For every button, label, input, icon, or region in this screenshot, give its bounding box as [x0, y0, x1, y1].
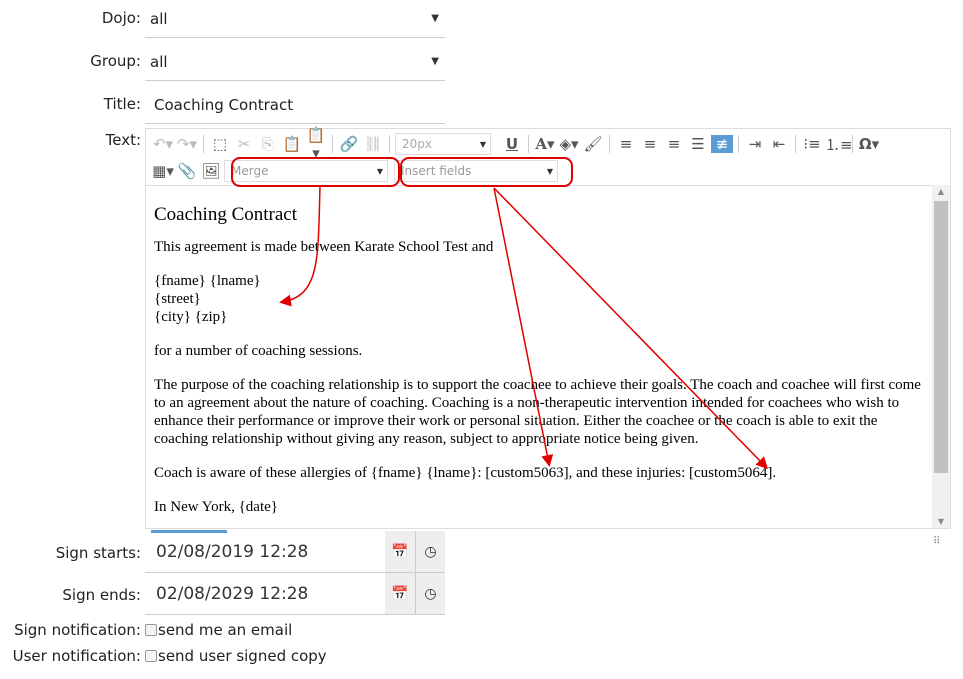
insert-fields-select[interactable]: Insert fields ▼ [394, 160, 558, 182]
clear-format-icon[interactable]: ≢ [711, 135, 733, 153]
rich-text-editor: ↶▾ ↷▾ ⬚ ✂ ⎘ 📋 📋▾ 🔗 ⛓ 20px ▼ U A▾ ◈▾ 🖌 ≡ ≡… [145, 126, 951, 529]
group-value: all [150, 52, 168, 71]
doc-paragraph: The purpose of the coaching relationship… [154, 377, 921, 447]
undo-icon[interactable]: ↶▾ [152, 135, 174, 153]
bullet-list-icon[interactable]: ⁝≡ [801, 135, 823, 153]
doc-paragraph: In New York, {date} [154, 499, 278, 515]
editor-scrollbar[interactable]: ▲ ▼ [932, 185, 950, 528]
editor-content[interactable]: Coaching Contract This agreement is made… [146, 185, 932, 528]
doc-heading: Coaching Contract [154, 204, 297, 225]
format-painter-icon[interactable]: 🖌 [582, 135, 604, 153]
numbered-list-icon[interactable]: ⒈≡ [825, 134, 853, 155]
dojo-value: all [150, 9, 168, 28]
title-input[interactable]: Coaching Contract [145, 86, 445, 124]
image-icon[interactable]: 🖼 [200, 162, 222, 180]
cut-icon[interactable]: ✂ [233, 135, 255, 153]
merge-placeholder: Merge [231, 164, 269, 178]
special-char-icon[interactable]: Ω▾ [858, 135, 880, 153]
sign-notification-text: send me an email [158, 621, 293, 639]
toolbar-row-2: ▦▾ 📎 🖼 Merge ▼ Insert fields ▼ [146, 158, 558, 184]
copy-icon[interactable]: ⎘ [257, 135, 279, 153]
scrollbar-thumb[interactable] [934, 201, 948, 473]
highlight-icon[interactable]: ◈▾ [558, 135, 580, 153]
paste-icon[interactable]: 📋 [281, 135, 303, 153]
resize-handle-icon[interactable]: ⠿ [933, 536, 940, 547]
link-icon[interactable]: 🔗 [338, 135, 360, 153]
sign-ends-input[interactable]: 02/08/2029 12:28 📅 ◷ [145, 573, 445, 615]
dojo-label: Dojo: [101, 9, 141, 27]
doc-paragraph: This agreement is made between Karate Sc… [154, 239, 494, 255]
chevron-down-icon: ▼ [376, 166, 383, 176]
title-value: Coaching Contract [154, 95, 294, 114]
indent-icon[interactable]: ⇥ [744, 135, 766, 153]
sign-ends-label: Sign ends: [62, 586, 141, 604]
chevron-down-icon: ▼ [479, 139, 486, 149]
sign-starts-input[interactable]: 02/08/2019 12:28 📅 ◷ [145, 531, 445, 573]
chevron-down-icon: ▼ [546, 166, 553, 176]
user-notification-option[interactable]: send user signed copy [145, 647, 327, 665]
calendar-icon[interactable]: 📅 [385, 531, 415, 572]
font-size-value: 20px [402, 137, 432, 151]
addr-line: {street} [154, 291, 201, 307]
group-select[interactable]: all ▼ [145, 43, 445, 81]
chevron-down-icon: ▼ [431, 56, 439, 67]
sign-notification-option[interactable]: send me an email [145, 621, 292, 639]
doc-paragraph: Coach is aware of these allergies of {fn… [154, 465, 777, 481]
addr-line: {city} {zip} [154, 309, 228, 325]
group-label: Group: [90, 52, 141, 70]
clock-icon[interactable]: ◷ [415, 573, 445, 614]
title-label: Title: [103, 95, 141, 113]
font-size-select[interactable]: 20px ▼ [395, 133, 491, 155]
unlink-icon[interactable]: ⛓ [362, 135, 384, 153]
outdent-icon[interactable]: ⇤ [768, 135, 790, 153]
doc-paragraph: for a number of coaching sessions. [154, 343, 363, 359]
sign-notification-label: Sign notification: [14, 621, 141, 639]
calendar-icon[interactable]: 📅 [385, 573, 415, 614]
table-icon[interactable]: ▦▾ [152, 162, 174, 180]
dojo-select[interactable]: all ▼ [145, 0, 445, 38]
sign-ends-value: 02/08/2029 12:28 [156, 583, 309, 604]
toolbar-row-1: ↶▾ ↷▾ ⬚ ✂ ⎘ 📋 📋▾ 🔗 ⛓ 20px ▼ U A▾ ◈▾ 🖌 ≡ ≡… [146, 126, 880, 162]
sign-starts-value: 02/08/2019 12:28 [156, 541, 309, 562]
align-left-icon[interactable]: ≡ [615, 135, 637, 153]
scroll-up-icon[interactable]: ▲ [932, 187, 950, 196]
sign-starts-label: Sign starts: [55, 544, 141, 562]
clock-icon[interactable]: ◷ [415, 531, 445, 572]
scroll-down-icon[interactable]: ▼ [932, 517, 950, 526]
addr-line: {fname} {lname} [154, 273, 261, 289]
attachment-icon[interactable]: 📎 [176, 162, 198, 180]
user-notification-checkbox[interactable] [145, 650, 157, 662]
user-notification-label: User notification: [12, 647, 141, 665]
sign-notification-checkbox[interactable] [145, 624, 157, 636]
insert-fields-placeholder: Insert fields [401, 164, 472, 178]
align-center-icon[interactable]: ≡ [639, 135, 661, 153]
underline-icon[interactable]: U [501, 135, 523, 153]
doc-address: {fname} {lname} {street} {city} {zip} [154, 272, 924, 326]
redo-icon[interactable]: ↷▾ [176, 135, 198, 153]
paste-special-icon[interactable]: 📋▾ [305, 126, 327, 162]
select-all-icon[interactable]: ⬚ [209, 135, 231, 153]
align-right-icon[interactable]: ≡ [663, 135, 685, 153]
justify-icon[interactable]: ☰ [687, 135, 709, 153]
font-color-icon[interactable]: A▾ [534, 135, 556, 153]
user-notification-text: send user signed copy [158, 647, 327, 665]
merge-select[interactable]: Merge ▼ [224, 160, 388, 182]
text-label: Text: [105, 131, 141, 149]
chevron-down-icon: ▼ [431, 13, 439, 24]
